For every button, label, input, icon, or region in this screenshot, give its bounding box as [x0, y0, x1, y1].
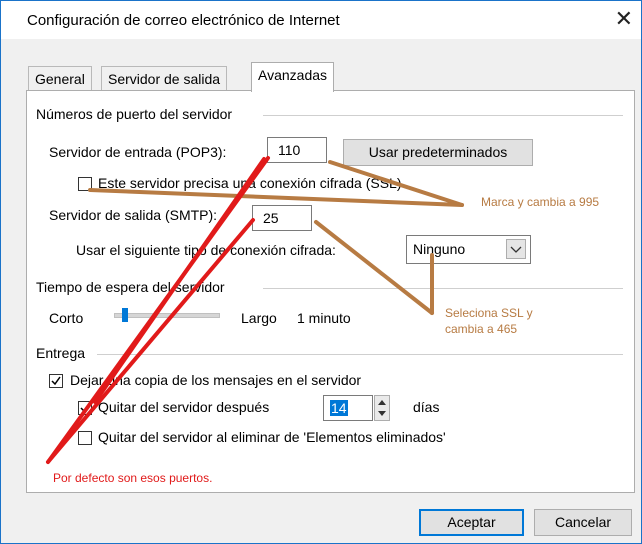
- timeout-long-label: Largo: [241, 310, 277, 326]
- encryption-type-label: Usar el siguiente tipo de conexión cifra…: [76, 242, 336, 258]
- remove-after-checkbox[interactable]: [78, 401, 92, 415]
- leave-copy-label: Dejar una copia de los mensajes en el se…: [70, 372, 362, 388]
- section-divider: [263, 115, 623, 116]
- days-spinner[interactable]: [374, 395, 390, 421]
- remove-deleted-label: Quitar del servidor al eliminar de 'Elem…: [98, 429, 446, 445]
- annotation-smtp-note-line2: cambia a 465: [445, 322, 518, 336]
- annotation-ssl-note: Marca y cambia a 995: [481, 195, 600, 209]
- ssl-checkbox[interactable]: [78, 177, 92, 191]
- tab-advanced[interactable]: Avanzadas: [251, 62, 335, 92]
- incoming-port-label: Servidor de entrada (POP3):: [49, 144, 227, 160]
- outgoing-port-input[interactable]: 25: [252, 205, 312, 231]
- use-defaults-button[interactable]: Usar predeterminados: [343, 139, 533, 166]
- section-title-timeout: Tiempo de espera del servidor: [36, 279, 225, 295]
- section-divider: [97, 354, 623, 355]
- tab-outgoing-server[interactable]: Servidor de salida: [101, 66, 228, 91]
- annotation-defaults-note: Por defecto son esos puertos.: [53, 471, 213, 485]
- incoming-port-input[interactable]: 110: [267, 137, 327, 163]
- timeout-slider-thumb[interactable]: [122, 308, 128, 322]
- section-title-ports: Números de puerto del servidor: [36, 106, 233, 122]
- section-title-delivery: Entrega: [36, 345, 86, 361]
- encryption-type-select[interactable]: Ninguno: [406, 235, 531, 264]
- ok-button[interactable]: Aceptar: [419, 509, 524, 536]
- days-input[interactable]: 14: [323, 395, 373, 421]
- annotation-smtp-note-line1: Seleciona SSL y: [445, 306, 533, 320]
- title-bar: Configuración de correo electrónico de I…: [1, 1, 641, 39]
- encryption-type-value: Ninguno: [413, 241, 466, 257]
- chevron-down-icon[interactable]: [506, 239, 526, 259]
- checkmark-icon: [80, 403, 90, 413]
- checkmark-icon: [51, 376, 61, 386]
- days-label: días: [413, 399, 440, 415]
- ssl-checkbox-label: Este servidor precisa una conexión cifra…: [98, 175, 402, 191]
- remove-deleted-checkbox[interactable]: [78, 431, 92, 445]
- timeout-value: 1 minuto: [297, 310, 351, 326]
- remove-after-label: Quitar del servidor después: [98, 399, 270, 415]
- window-title: Configuración de correo electrónico de I…: [27, 12, 340, 29]
- timeout-slider-track[interactable]: [114, 313, 220, 318]
- spinner-arrows-icon: [378, 400, 386, 416]
- section-divider: [263, 288, 623, 289]
- tab-general[interactable]: General: [28, 66, 92, 91]
- outgoing-port-label: Servidor de salida (SMTP):: [49, 207, 218, 223]
- days-value: 14: [330, 400, 348, 416]
- leave-copy-checkbox[interactable]: [49, 374, 63, 388]
- timeout-short-label: Corto: [49, 310, 84, 326]
- cancel-button[interactable]: Cancelar: [534, 509, 632, 536]
- email-settings-dialog: Configuración de correo electrónico de I…: [0, 0, 642, 544]
- close-icon[interactable]: ✕: [615, 7, 633, 31]
